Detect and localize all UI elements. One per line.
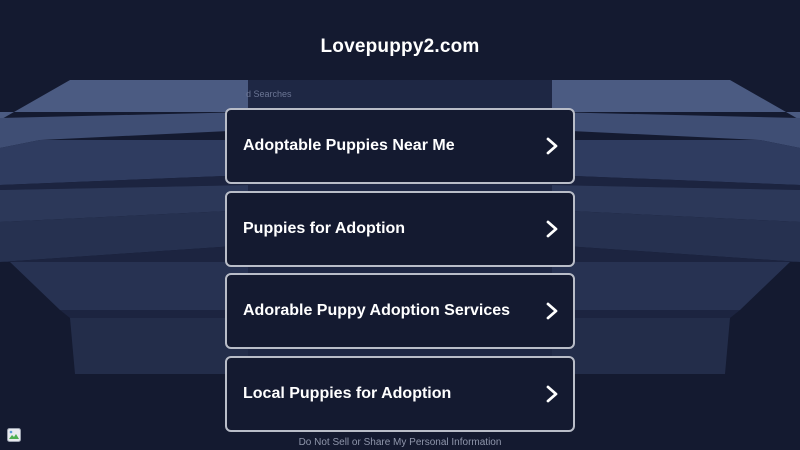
search-result-label: Adorable Puppy Adoption Services	[243, 302, 511, 319]
search-result-link[interactable]: Puppies for Adoption	[225, 190, 575, 267]
search-result-link[interactable]: Adorable Puppy Adoption Services	[225, 273, 575, 349]
chevron-right-icon	[546, 220, 558, 237]
related-searches-label: d Searches	[246, 89, 292, 99]
right-wing-decoration	[550, 80, 800, 374]
search-result-label: Puppies for Adoption	[243, 219, 406, 237]
chevron-right-icon	[546, 302, 558, 320]
page: Lovepuppy2.com d Searches Adoptable Pupp…	[0, 0, 800, 450]
search-result-link[interactable]: Adoptable Puppies Near Me	[225, 108, 575, 184]
site-title: Lovepuppy2.com	[320, 36, 480, 57]
chevron-right-icon	[546, 385, 558, 402]
chevron-right-icon	[546, 137, 558, 155]
search-result-label: Adoptable Puppies Near Me	[243, 137, 455, 154]
left-wing-decoration	[0, 80, 250, 374]
search-result-link[interactable]: Local Puppies for Adoption	[225, 355, 575, 432]
search-result-label: Local Puppies for Adoption	[243, 384, 452, 402]
related-searches-list: Adoptable Puppies Near Me Puppies for Ad…	[225, 108, 575, 438]
privacy-link[interactable]: Do Not Sell or Share My Personal Informa…	[0, 437, 800, 448]
